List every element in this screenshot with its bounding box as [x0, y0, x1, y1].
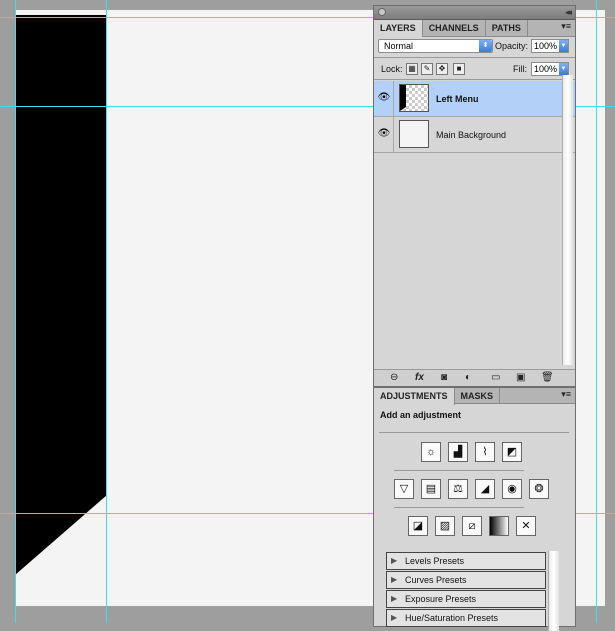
- preset-curves[interactable]: ▶ Curves Presets: [386, 571, 546, 589]
- new-layer-icon[interactable]: ▣: [516, 372, 525, 383]
- tab-layers[interactable]: LAYERS: [374, 20, 423, 37]
- chevron-right-icon: ▶: [391, 594, 398, 603]
- preset-label: Exposure Presets: [405, 594, 477, 604]
- posterize-icon[interactable]: ▨: [435, 516, 455, 536]
- preset-label: Hue/Saturation Presets: [405, 613, 499, 623]
- presets-scrollbar[interactable]: [548, 551, 559, 631]
- chevron-updown-icon: ⬍: [479, 40, 492, 52]
- lock-label: Lock:: [381, 64, 403, 74]
- opacity-label: Opacity:: [495, 41, 529, 51]
- photo-filter-icon[interactable]: ◉: [502, 479, 522, 499]
- tab-paths[interactable]: PATHS: [486, 20, 528, 36]
- tab-masks[interactable]: MASKS: [455, 388, 501, 404]
- layer-row-left-menu[interactable]: 👁 Left Menu: [374, 81, 575, 117]
- layers-scrollbar[interactable]: [562, 75, 573, 365]
- divider: [394, 470, 524, 471]
- link-icon[interactable]: ⊖: [390, 372, 398, 383]
- chevron-right-icon: ▶: [391, 575, 398, 584]
- layer-name: Main Background: [436, 130, 507, 140]
- chevron-right-icon: ▶: [391, 556, 398, 565]
- brightness-icon[interactable]: ☼: [421, 442, 441, 462]
- divider: [379, 432, 569, 433]
- lock-pixels-icon[interactable]: ✎: [421, 63, 433, 75]
- guide-vertical: [15, 0, 16, 623]
- chevron-down-icon[interactable]: ▼: [559, 40, 568, 52]
- guide-vertical: [596, 0, 597, 623]
- invert-icon[interactable]: ◪: [408, 516, 428, 536]
- levels-icon[interactable]: ▟: [448, 442, 468, 462]
- channel-mixer-icon[interactable]: ❂: [529, 479, 549, 499]
- divider: [393, 117, 394, 153]
- layer-row-main-background[interactable]: 👁 Main Background: [374, 117, 575, 153]
- panel-titlebar[interactable]: ◂◂: [374, 6, 575, 20]
- eye-icon[interactable]: 👁: [377, 128, 391, 140]
- adjustments-heading: Add an adjustment: [380, 410, 462, 420]
- exposure-icon[interactable]: ◩: [502, 442, 522, 462]
- divider: [394, 507, 524, 508]
- preset-exposure[interactable]: ▶ Exposure Presets: [386, 590, 546, 608]
- layers-tabs: LAYERS CHANNELS PATHS ▾≡: [374, 20, 575, 37]
- curves-icon[interactable]: ⌇: [475, 442, 495, 462]
- chevron-down-icon[interactable]: ▼: [559, 63, 568, 75]
- opacity-input[interactable]: 100% ▼: [531, 39, 569, 53]
- panel-menu-icon[interactable]: ▾≡: [561, 21, 571, 32]
- lock-all-icon[interactable]: ■: [453, 63, 465, 75]
- left-menu-shape: [15, 15, 107, 575]
- adjustment-icon[interactable]: ◐: [465, 372, 471, 383]
- chevron-right-icon: ▶: [391, 613, 398, 622]
- lock-transparency-icon[interactable]: ▦: [406, 63, 418, 75]
- mask-icon[interactable]: ◙: [441, 372, 447, 383]
- group-icon[interactable]: ▭: [491, 372, 500, 383]
- guide-vertical: [106, 0, 107, 623]
- preset-levels[interactable]: ▶ Levels Presets: [386, 552, 546, 570]
- preset-label: Levels Presets: [405, 556, 465, 566]
- fill-label: Fill:: [513, 64, 527, 74]
- hue-saturation-icon[interactable]: ▤: [421, 479, 441, 499]
- preset-hue-saturation[interactable]: ▶ Hue/Saturation Presets: [386, 609, 546, 627]
- trash-icon[interactable]: 🗑: [541, 372, 554, 383]
- fill-value: 100%: [534, 64, 558, 74]
- lock-position-icon[interactable]: ✥: [436, 63, 448, 75]
- divider: [374, 79, 575, 80]
- divider: [374, 57, 575, 58]
- layers-panel: ◂◂ LAYERS CHANNELS PATHS ▾≡ Normal ⬍ Opa…: [373, 5, 576, 387]
- tab-adjustments[interactable]: ADJUSTMENTS: [374, 388, 455, 405]
- layer-thumbnail: [399, 120, 429, 148]
- preset-label: Curves Presets: [405, 575, 467, 585]
- close-icon[interactable]: [378, 8, 386, 16]
- layer-thumbnail: [399, 84, 429, 112]
- adjustments-tabs: ADJUSTMENTS MASKS ▾≡: [374, 388, 575, 405]
- selective-color-icon[interactable]: ✕: [516, 516, 536, 536]
- gradient-map-icon[interactable]: [489, 516, 509, 536]
- panel-menu-icon[interactable]: ▾≡: [561, 389, 571, 400]
- divider: [393, 81, 394, 117]
- black-white-icon[interactable]: ◢: [475, 479, 495, 499]
- color-balance-icon[interactable]: ⚖: [448, 479, 468, 499]
- collapse-icon[interactable]: ◂◂: [565, 7, 572, 18]
- layer-name: Left Menu: [436, 94, 479, 104]
- eye-icon[interactable]: 👁: [377, 92, 391, 104]
- blend-mode-value: Normal: [384, 41, 414, 51]
- opacity-value: 100%: [534, 41, 558, 51]
- layers-footer: ⊖ fx ◙ ◐ ▭ ▣ 🗑: [374, 369, 575, 386]
- adjustments-panel: ADJUSTMENTS MASKS ▾≡ Add an adjustment ☼…: [373, 387, 576, 631]
- fill-input[interactable]: 100% ▼: [531, 62, 569, 76]
- tab-channels[interactable]: CHANNELS: [423, 20, 486, 36]
- fx-icon[interactable]: fx: [415, 372, 424, 383]
- vibrance-icon[interactable]: ▽: [394, 479, 414, 499]
- threshold-icon[interactable]: ⧄: [462, 516, 482, 536]
- blend-mode-select[interactable]: Normal ⬍: [378, 39, 493, 53]
